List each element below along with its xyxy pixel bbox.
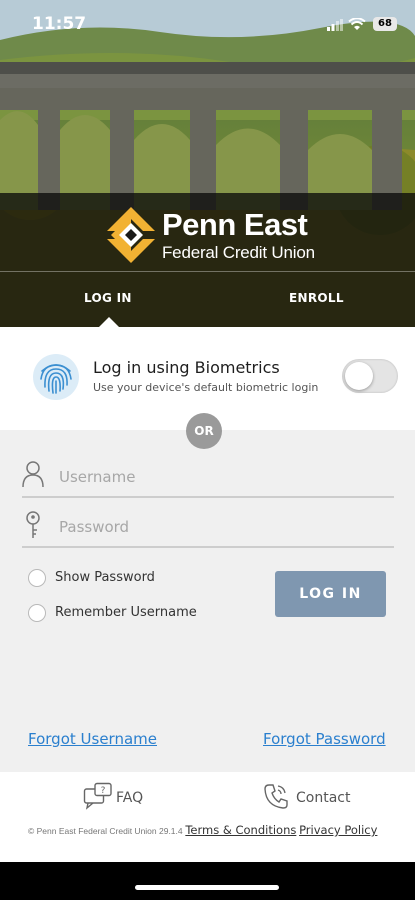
penn-east-logo-icon — [107, 207, 155, 263]
remember-username-label: Remember Username — [55, 605, 197, 620]
user-icon — [22, 461, 44, 488]
username-field[interactable] — [22, 456, 394, 498]
contact-label: Contact — [296, 790, 351, 806]
home-indicator[interactable] — [135, 885, 279, 890]
legal-text: © Penn East Federal Credit Union 29.1.4 … — [28, 821, 388, 841]
forgot-password-link[interactable]: Forgot Password — [263, 730, 386, 748]
show-password-label: Show Password — [55, 570, 155, 585]
brand-name: Penn East — [162, 207, 308, 242]
brand-divider — [0, 271, 415, 272]
active-tab-indicator — [99, 317, 119, 327]
phone-icon — [264, 784, 288, 809]
faq-icon: ? — [83, 782, 112, 810]
brand-logo: Penn East Federal Credit Union — [107, 205, 367, 267]
tab-login[interactable]: LOG IN — [84, 291, 132, 305]
biometric-description: Use your device's default biometric logi… — [93, 381, 319, 394]
username-input[interactable] — [57, 463, 381, 491]
login-screen: 11:57 68 Penn East Federal Credit Union — [0, 0, 415, 900]
copyright-text: © Penn East Federal Credit Union 29.1.4 — [28, 826, 183, 836]
battery-icon: 68 — [373, 17, 397, 31]
svg-text:?: ? — [101, 786, 106, 796]
footer: ? FAQ Contact © Penn East Federal Credit… — [0, 772, 415, 862]
status-time: 11:57 — [32, 14, 87, 34]
system-nav-bar — [0, 862, 415, 900]
biometric-title: Log in using Biometrics — [93, 358, 280, 377]
status-bar: 11:57 68 — [0, 0, 415, 46]
show-password-radio[interactable] — [28, 569, 46, 587]
terms-link[interactable]: Terms & Conditions — [185, 823, 296, 837]
remember-username-radio[interactable] — [28, 604, 46, 622]
wifi-icon — [348, 18, 366, 30]
brand-subtitle: Federal Credit Union — [162, 243, 315, 262]
password-input[interactable] — [57, 513, 381, 541]
biometric-toggle[interactable] — [342, 359, 398, 393]
hero-banner: 11:57 68 Penn East Federal Credit Union — [0, 0, 415, 327]
or-divider: OR — [186, 413, 222, 449]
password-field[interactable] — [22, 506, 394, 548]
forgot-username-link[interactable]: Forgot Username — [28, 730, 157, 748]
faq-label: FAQ — [116, 790, 144, 806]
signal-icon — [327, 19, 343, 31]
privacy-policy-link[interactable]: Privacy Policy — [299, 823, 377, 837]
tab-enroll[interactable]: ENROLL — [289, 291, 344, 305]
toggle-knob — [345, 362, 373, 390]
fingerprint-icon — [33, 354, 79, 400]
key-icon — [26, 511, 40, 538]
login-button[interactable]: LOG IN — [275, 571, 386, 617]
